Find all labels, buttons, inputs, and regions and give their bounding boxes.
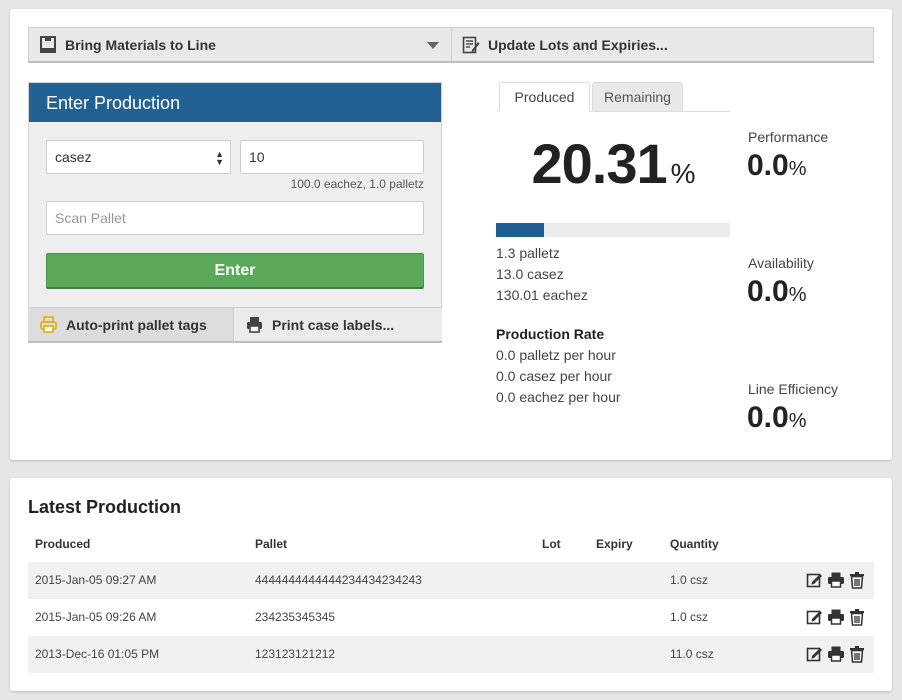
update-lots-button[interactable]: Update Lots and Expiries...	[452, 28, 873, 61]
printer-icon	[246, 316, 263, 333]
cell-quantity: 11.0 csz	[670, 647, 714, 661]
trash-icon[interactable]	[848, 608, 866, 626]
table-row: 2015-Jan-05 09:27 AM 4444444444444234434…	[28, 562, 874, 599]
column-header-lot: Lot	[542, 537, 561, 551]
performance-number: 0.0	[747, 149, 789, 182]
performance-unit: %	[788, 158, 807, 180]
column-header-pallet: Pallet	[255, 537, 288, 551]
enter-production-title: Enter Production	[29, 83, 441, 122]
trash-icon[interactable]	[848, 571, 866, 589]
print-icon[interactable]	[827, 608, 845, 626]
cell-produced: 2015-Jan-05 09:26 AM	[35, 610, 157, 624]
performance-label: Performance	[748, 129, 829, 145]
autoprint-label: Auto-print pallet tags	[66, 316, 207, 333]
enter-button[interactable]: Enter	[46, 253, 424, 289]
availability-unit: %	[788, 284, 807, 306]
autoprint-pallet-tags-toggle[interactable]: Auto-print pallet tags	[28, 308, 234, 343]
availability-value: 0.0%	[747, 275, 807, 309]
row-actions	[806, 608, 866, 626]
trash-icon[interactable]	[848, 645, 866, 663]
edit-icon[interactable]	[806, 645, 824, 663]
print-case-label: Print case labels...	[272, 316, 395, 333]
scan-pallet-placeholder: Scan Pallet	[55, 210, 126, 226]
production-panel: Bring Materials to Line Update Lots and …	[10, 9, 892, 460]
bring-materials-dropdown[interactable]: Bring Materials to Line	[29, 28, 452, 61]
unit-select-value: casez	[55, 149, 92, 165]
cell-pallet: 123123121212	[255, 647, 336, 661]
scan-pallet-input[interactable]: Scan Pallet	[46, 201, 424, 235]
card-footer: Auto-print pallet tags Print case labels…	[28, 307, 442, 343]
quantity-value: 10	[249, 149, 265, 165]
produced-progress-bar	[496, 223, 730, 237]
progress-bar-fill	[496, 223, 544, 237]
column-header-quantity: Quantity	[670, 537, 719, 551]
print-icon[interactable]	[827, 645, 845, 663]
line-efficiency-unit: %	[788, 410, 807, 432]
latest-production-panel: Latest Production Produced Pallet Lot Ex…	[10, 478, 892, 691]
performance-value: 0.0%	[747, 149, 807, 183]
availability-label: Availability	[748, 255, 814, 271]
edit-icon[interactable]	[806, 608, 824, 626]
produced-palletz: 1.3 palletz	[496, 245, 560, 261]
tab-remaining[interactable]: Remaining	[592, 82, 683, 112]
column-header-expiry: Expiry	[596, 537, 633, 551]
tab-produced[interactable]: Produced	[499, 82, 590, 112]
unit-select[interactable]: casez ▲ ▼	[46, 140, 231, 174]
availability-number: 0.0	[747, 275, 789, 308]
update-lots-label: Update Lots and Expiries...	[488, 36, 668, 53]
row-actions	[806, 645, 866, 663]
print-icon[interactable]	[827, 571, 845, 589]
conversion-text: 100.0 eachez, 1.0 palletz	[290, 177, 424, 191]
cell-quantity: 1.0 csz	[670, 610, 709, 624]
production-rate-title: Production Rate	[496, 326, 605, 342]
cell-produced: 2015-Jan-05 09:27 AM	[35, 573, 157, 587]
produced-casez: 13.0 casez	[496, 266, 564, 282]
produced-percent-value: 20.31	[531, 132, 667, 195]
cell-pallet: 234235345345	[255, 610, 336, 624]
table-row: 2015-Jan-05 09:26 AM 234235345345 1.0 cs…	[28, 599, 874, 636]
progress-tabs: Produced Remaining	[497, 82, 730, 112]
edit-icon[interactable]	[806, 571, 824, 589]
rate-eachez: 0.0 eachez per hour	[496, 389, 621, 405]
row-actions	[806, 571, 866, 589]
rate-palletz: 0.0 palletz per hour	[496, 347, 616, 363]
pallet-box-icon	[39, 35, 57, 54]
produced-eachez: 130.01 eachez	[496, 287, 588, 303]
bring-materials-label: Bring Materials to Line	[65, 36, 216, 53]
action-toolbar: Bring Materials to Line Update Lots and …	[28, 27, 874, 63]
cell-pallet: 4444444444444234434234243	[255, 573, 422, 587]
produced-percent: 20.31%	[497, 131, 730, 196]
chevron-down-icon[interactable]	[427, 42, 439, 49]
percent-sign: %	[670, 158, 696, 189]
line-efficiency-number: 0.0	[747, 401, 789, 434]
line-efficiency-label: Line Efficiency	[748, 381, 839, 397]
printer-icon	[40, 316, 57, 333]
enter-production-card: Enter Production casez ▲ ▼ 10 100.0 eache…	[28, 82, 442, 343]
latest-production-title: Latest Production	[28, 497, 182, 517]
line-efficiency-value: 0.0%	[747, 401, 807, 435]
print-case-labels-button[interactable]: Print case labels...	[234, 308, 442, 343]
table-row: 2013-Dec-16 01:05 PM 123123121212 11.0 c…	[28, 636, 874, 673]
edit-document-icon	[462, 36, 480, 54]
quantity-input[interactable]: 10	[240, 140, 424, 174]
select-arrows-icon: ▲ ▼	[215, 149, 224, 167]
cell-produced: 2013-Dec-16 01:05 PM	[35, 647, 160, 661]
cell-quantity: 1.0 csz	[670, 573, 709, 587]
rate-casez: 0.0 casez per hour	[496, 368, 612, 384]
column-header-produced: Produced	[35, 537, 91, 551]
